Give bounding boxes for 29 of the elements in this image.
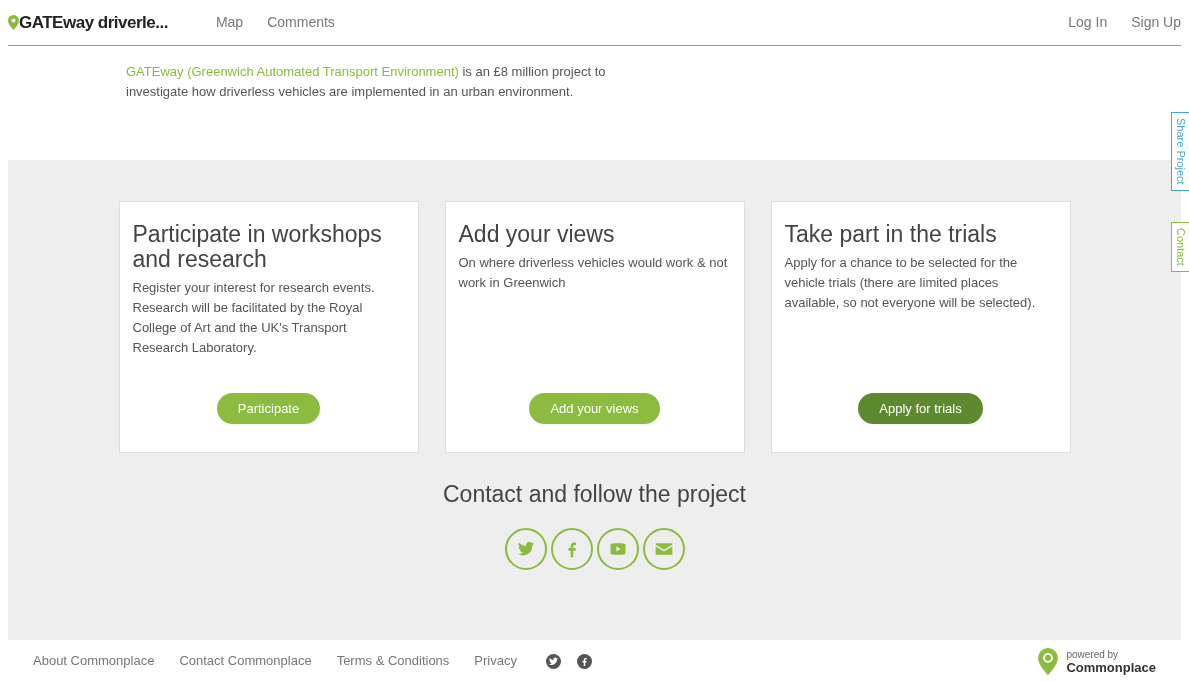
card-title: Participate in workshops and research <box>132 222 383 272</box>
bird-icon <box>548 655 559 667</box>
social-button[interactable] <box>596 527 639 570</box>
nav-link[interactable]: Comments <box>267 12 335 33</box>
footer-link[interactable]: Contact Commonplace <box>179 651 312 671</box>
nav-link[interactable]: Map <box>215 12 244 33</box>
twitter-link[interactable] <box>546 653 561 669</box>
intro-paragraph: GATEway (Greenwich Automated Transport Environment) is an £8 million project to investigate how driverless vehicles are implemented in an urban environment. <box>126 63 607 101</box>
footer-link[interactable]: About Commonplace <box>33 651 155 671</box>
powered-by-link[interactable]: powered by Commonplace <box>1038 647 1156 675</box>
card-text: Apply for a chance to be selected for the vehicle trials (there are limited places available, so not everyone will be selected). <box>784 254 1037 312</box>
social-button[interactable] <box>550 527 593 570</box>
social-button[interactable] <box>504 527 547 570</box>
social-button[interactable] <box>642 527 685 570</box>
facebook-link[interactable] <box>577 653 592 669</box>
card-text: Register your interest for research events. Research will be facilitated by the Royal College of Art and the UK's Transport Research Laboratory. <box>132 279 376 357</box>
card-title: Take part in the trials <box>784 222 998 247</box>
card-text: On where driverless vehicles would work & not work in Greenwich <box>458 254 729 292</box>
account-link[interactable]: Sign Up <box>1131 12 1181 33</box>
footer-link[interactable]: Terms & Conditions <box>336 651 450 671</box>
side-tab[interactable]: Share Project <box>1171 112 1189 191</box>
action-button[interactable]: Apply for trials <box>858 392 983 424</box>
section-heading: Contact and follow the project <box>443 480 746 509</box>
commonplace-logo-icon <box>1038 647 1059 675</box>
footer-link[interactable]: Privacy <box>474 651 517 671</box>
card-title: Add your views <box>458 222 616 247</box>
map-pin-icon <box>8 15 19 30</box>
brand-link[interactable]: GATEway driverle... <box>8 9 168 36</box>
account-link[interactable]: Log In <box>1068 12 1108 33</box>
